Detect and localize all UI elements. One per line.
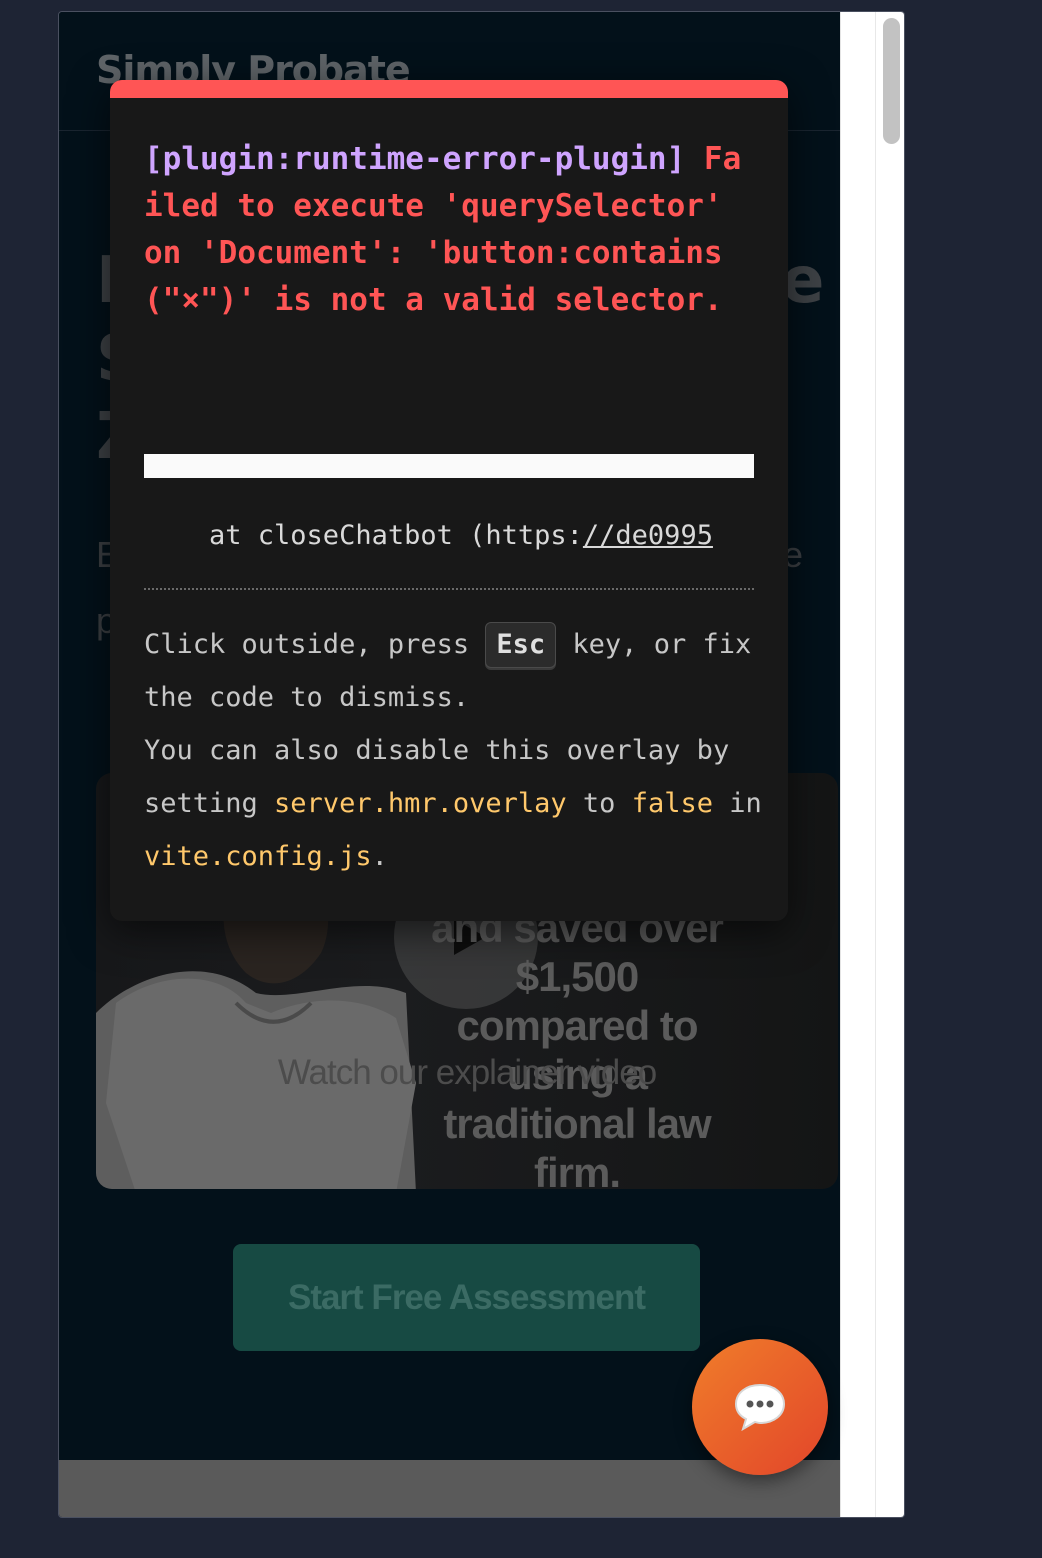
stack-frame-link[interactable]: //de0995 xyxy=(583,520,713,551)
scrollbar-thumb[interactable] xyxy=(883,18,900,144)
overlay-divider xyxy=(144,588,754,590)
esc-key: Esc xyxy=(485,622,557,668)
tip-code: false xyxy=(631,788,713,819)
error-code-frame xyxy=(144,454,754,478)
vertical-scrollbar[interactable] xyxy=(840,12,904,1517)
chat-launcher-button[interactable] xyxy=(692,1339,828,1475)
scrollbar-track xyxy=(875,12,876,1517)
tip-code: server.hmr.overlay xyxy=(274,788,567,819)
overlay-dismiss-tip: Click outside, press Esc key, or fix the… xyxy=(144,618,764,883)
page-footer-bar xyxy=(59,1460,840,1517)
error-stack-trace: at closeChatbot (https://de0995 xyxy=(144,520,754,560)
stack-frame-text: at closeChatbot (https: xyxy=(144,520,583,551)
tip-code: vite.config.js xyxy=(144,841,372,872)
video-testimonial-quote: and saved over $1,500 compared to using … xyxy=(431,904,724,1189)
tip-text: . xyxy=(371,841,388,872)
start-free-assessment-button[interactable]: Start Free Assessment xyxy=(233,1244,700,1351)
error-accent-bar xyxy=(110,80,788,98)
tip-text: in xyxy=(712,788,762,819)
tip-text: to xyxy=(566,788,632,819)
chat-bubble-icon xyxy=(734,1383,786,1431)
video-caption: Watch our explainer video xyxy=(277,1053,657,1092)
tip-text: Click outside, press xyxy=(144,629,486,660)
error-plugin-name: [plugin:runtime-error-plugin] xyxy=(144,141,686,177)
error-message: [plugin:runtime-error-plugin] Failed to … xyxy=(144,136,754,324)
vite-error-overlay[interactable]: [plugin:runtime-error-plugin] Failed to … xyxy=(110,80,788,921)
